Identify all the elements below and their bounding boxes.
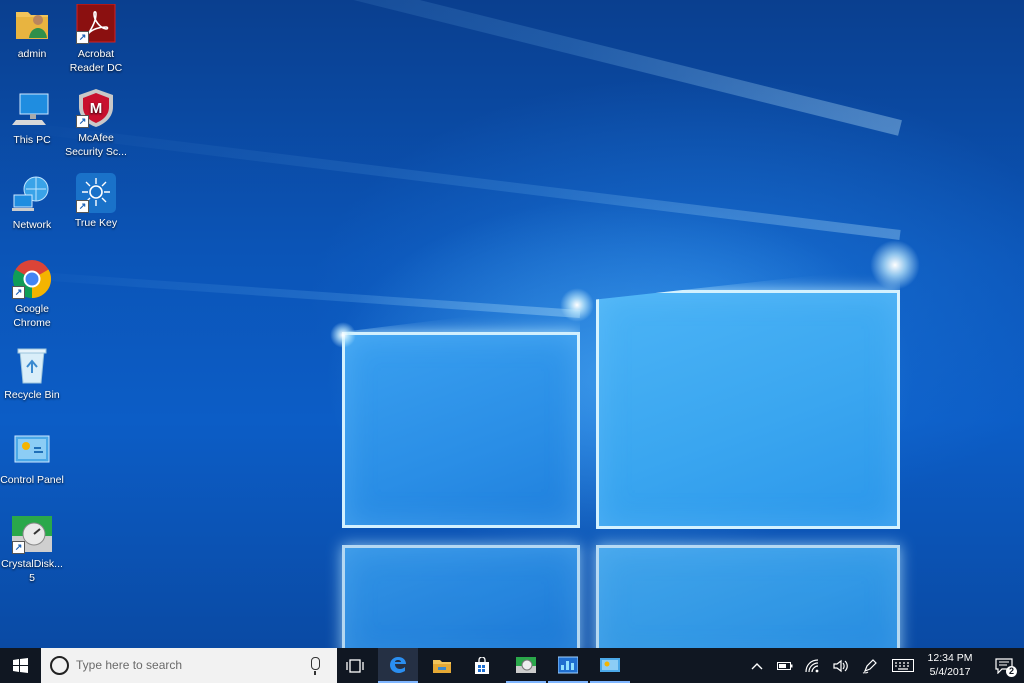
wallpaper-logo-reflection	[342, 545, 580, 648]
desktop-icon-this-pc[interactable]: This PC	[0, 90, 64, 147]
clock-date: 5/4/2017	[929, 666, 971, 678]
taskbar: Type here to search 12:34 PM 5/4/2017 2	[0, 648, 1024, 683]
wallpaper-glow	[330, 322, 356, 348]
notification-icon: 2	[995, 657, 1017, 677]
wallpaper-logo-pane	[596, 290, 900, 529]
cortana-icon	[50, 656, 69, 675]
touch-keyboard-button[interactable]	[888, 648, 918, 683]
wifi-icon	[805, 658, 819, 672]
show-hidden-icons-button[interactable]	[746, 648, 768, 683]
wallpaper-logo-pane	[342, 332, 580, 528]
volume-button[interactable]	[828, 648, 854, 683]
speaker-icon	[833, 659, 848, 672]
task-view-icon	[346, 658, 364, 673]
search-box[interactable]: Type here to search	[41, 648, 337, 683]
edge-icon	[390, 656, 406, 673]
desktop-icon-admin[interactable]: admin	[0, 4, 64, 61]
action-center-button[interactable]: 2	[984, 648, 1024, 683]
network-button[interactable]	[800, 648, 826, 683]
search-placeholder: Type here to search	[76, 658, 183, 672]
svg-text:M: M	[90, 100, 103, 117]
file-explorer-icon	[433, 659, 451, 673]
desktop-icon-network[interactable]: Network	[0, 175, 64, 232]
desktop: admin ↗ Acrobat Reader DC This PC M ↗ Mc…	[0, 0, 1024, 648]
microphone-icon[interactable]	[311, 657, 320, 675]
task-view-button[interactable]	[337, 648, 373, 683]
pen-icon	[862, 658, 877, 673]
wallpaper-glow	[870, 240, 920, 290]
acrobat-icon: ↗	[76, 3, 116, 44]
wallpaper-glow	[560, 288, 594, 322]
keyboard-icon	[892, 659, 914, 672]
task-manager-icon	[558, 656, 578, 673]
wallpaper-beam	[6, 120, 901, 240]
start-button[interactable]	[0, 648, 41, 683]
computer-icon	[12, 90, 52, 130]
recycle-bin-icon	[12, 345, 52, 385]
control-panel-icon	[600, 657, 620, 672]
desktop-icon-control-panel[interactable]: Control Panel	[0, 430, 64, 487]
wallpaper-beam	[63, 0, 902, 136]
battery-icon	[777, 661, 793, 670]
pen-workspace-button[interactable]	[857, 648, 883, 683]
desktop-icon-acrobat[interactable]: ↗ Acrobat Reader DC	[64, 3, 128, 75]
battery-button[interactable]	[772, 648, 798, 683]
control-panel-icon	[12, 430, 52, 470]
clock[interactable]: 12:34 PM 5/4/2017	[918, 651, 982, 679]
notification-count-badge: 2	[1006, 665, 1017, 677]
taskbar-app-crystaldisk[interactable]	[506, 648, 546, 683]
wallpaper-beam	[1, 269, 581, 318]
crystaldisk-icon: ↗	[12, 514, 52, 554]
mcafee-icon: M ↗	[76, 88, 116, 128]
taskbar-app-edge[interactable]	[378, 648, 418, 683]
chrome-icon: ↗	[12, 259, 52, 299]
taskbar-app-control-panel[interactable]	[590, 648, 630, 683]
store-icon	[475, 656, 489, 674]
clock-time: 12:34 PM	[927, 652, 973, 664]
wallpaper-logo-reflection	[596, 545, 900, 648]
desktop-icon-mcafee[interactable]: M ↗ McAfee Security Sc...	[64, 88, 128, 159]
desktop-icon-chrome[interactable]: ↗ Google Chrome	[0, 259, 64, 330]
taskbar-app-task-manager[interactable]	[548, 648, 588, 683]
windows-logo-icon	[13, 658, 28, 673]
user-folder-icon	[12, 4, 52, 44]
desktop-icon-true-key[interactable]: ↗ True Key	[64, 173, 128, 230]
desktop-icon-recycle-bin[interactable]: Recycle Bin	[0, 345, 64, 402]
crystaldisk-icon	[516, 656, 536, 673]
taskbar-app-store[interactable]	[462, 648, 502, 683]
chevron-up-icon	[751, 662, 763, 669]
desktop-icon-crystaldisk[interactable]: ↗ CrystalDisk... 5	[0, 514, 64, 585]
truekey-icon: ↗	[76, 173, 116, 213]
network-icon	[12, 175, 52, 215]
taskbar-app-file-explorer[interactable]	[422, 648, 462, 683]
